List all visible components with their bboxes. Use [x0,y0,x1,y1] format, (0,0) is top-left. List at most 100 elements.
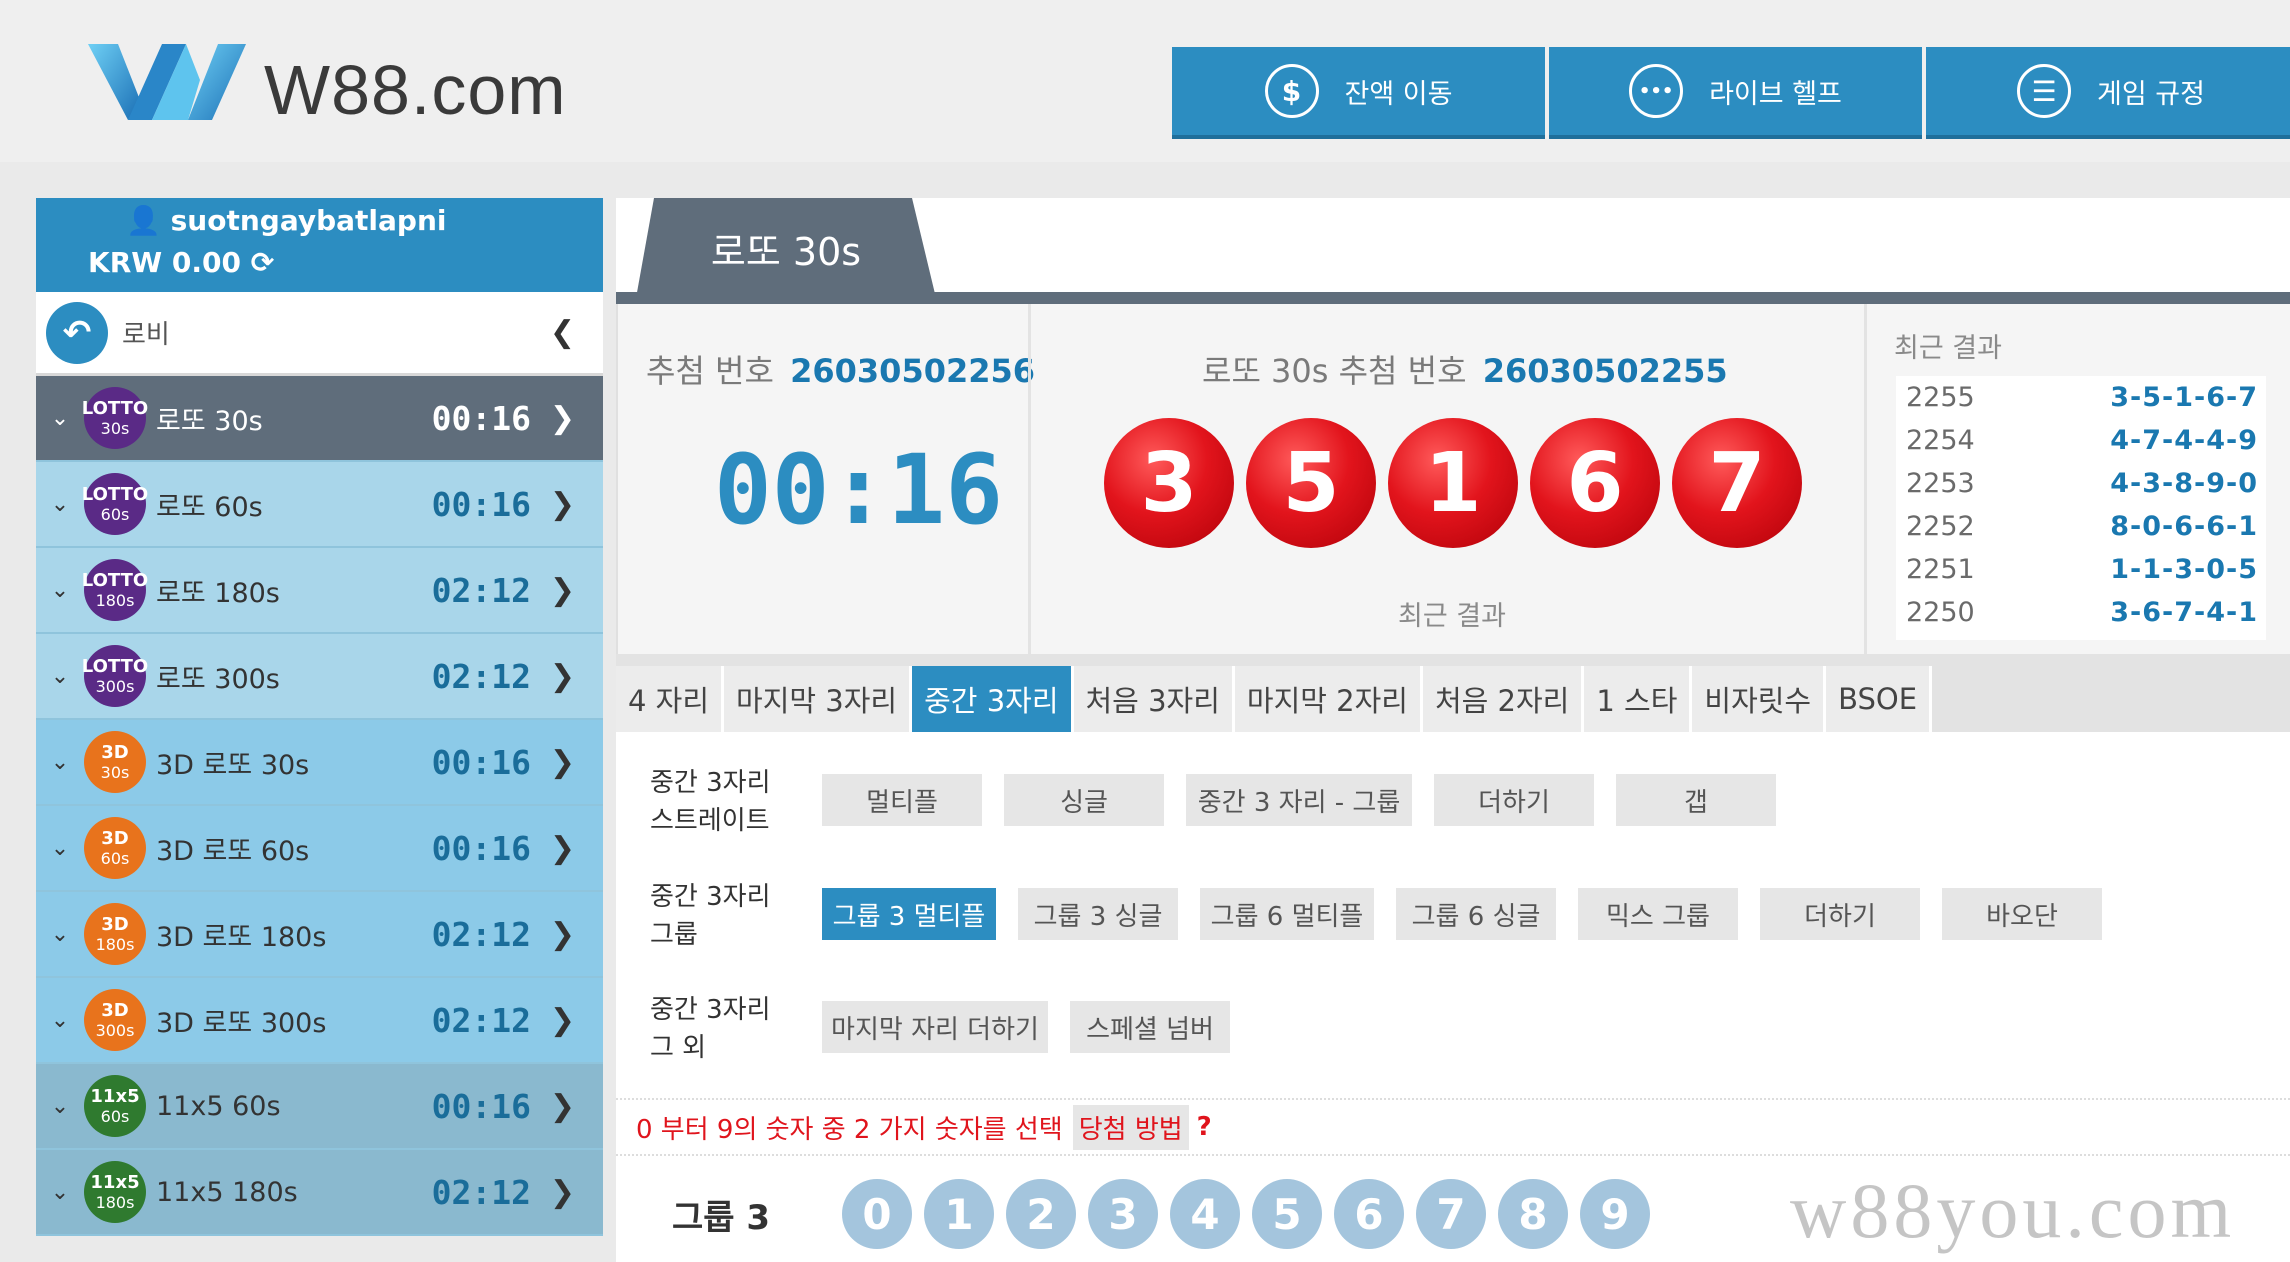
recent-results-caption[interactable]: 최근 결과 [1398,594,1506,633]
bet-option-button[interactable]: 더하기 [1760,888,1920,940]
bet-option-button[interactable]: 멀티플 [822,774,982,826]
recent-result-row: 2253 4-3-8-9-0 [1896,462,2266,505]
chevron-down-icon[interactable]: ⌄ [36,492,84,517]
game-name: 로또 60s [156,491,263,523]
game-item[interactable]: ⌄ LOTTO 300s 로또 300s 02:12 ❯ [36,634,603,720]
badge-sub: 60s [100,848,130,868]
balance-transfer-label: 잔액 이동 [1344,78,1453,110]
badge-sub: 300s [95,1020,135,1040]
bet-option-button[interactable]: 갭 [1616,774,1776,826]
refresh-icon[interactable]: ⟳ [251,246,274,279]
chevron-right-icon[interactable]: ❯ [550,745,575,780]
bet-option-row: 중간 3자리 스트레이트 멀티플 싱글 중간 3 자리 - 그룹 더하기 갭 [616,764,2290,840]
chevron-left-icon[interactable]: ❮ [550,315,575,350]
w88-logo[interactable]: W88.com [88,40,628,130]
game-timer: 02:12 [431,1000,531,1040]
game-timer: 02:12 [431,570,531,610]
chevron-down-icon[interactable]: ⌄ [36,578,84,603]
bet-option-button[interactable]: 마지막 자리 더하기 [822,1001,1048,1053]
bet-option-button[interactable]: 그룹 3 싱글 [1018,888,1178,940]
chevron-down-icon[interactable]: ⌄ [36,836,84,861]
list-icon: ☰ [2017,64,2072,118]
draw-panel: 추첨 번호 26030502256 00:16 로또 30s 추첨 번호 260… [616,304,2290,654]
bet-option-button[interactable]: 싱글 [1004,774,1164,826]
chevron-right-icon[interactable]: ❯ [550,573,575,608]
number-ball[interactable]: 0 [842,1179,912,1249]
game-item[interactable]: ⌄ 3D 180s 3D 로또 180s 02:12 ❯ [36,892,603,978]
main-panel: 로또 30s 추첨 번호 26030502256 00:16 로또 30s 추첨… [616,198,2290,1262]
tab-bet-type[interactable]: 처음 2자리 [1422,666,1585,732]
bet-option-button[interactable]: 그룹 3 멀티플 [822,888,996,940]
bet-option-button[interactable]: 그룹 6 멀티플 [1200,888,1374,940]
number-ball[interactable]: 1 [924,1179,994,1249]
tab-current-game[interactable]: 로또 30s [636,198,936,298]
number-ball[interactable]: 7 [1416,1179,1486,1249]
badge-sub: 30s [100,762,130,782]
chevron-right-icon[interactable]: ❯ [550,487,575,522]
game-item[interactable]: ⌄ 11x5 180s 11x5 180s 02:12 ❯ [36,1150,603,1236]
bet-option-button[interactable]: 믹스 그룹 [1578,888,1738,940]
chevron-down-icon[interactable]: ⌄ [36,922,84,947]
number-ball[interactable]: 4 [1170,1179,1240,1249]
game-item[interactable]: ⌄ 3D 30s 3D 로또 30s 00:16 ❯ [36,720,603,806]
tab-bet-type[interactable]: BSOE [1826,666,1933,732]
number-ball[interactable]: 9 [1580,1179,1650,1249]
chevron-down-icon[interactable]: ⌄ [36,1180,84,1205]
game-rules-label: 게임 규정 [2097,78,2205,110]
recent-result-id: 2255 [1906,382,1975,413]
tab-bet-type[interactable]: 중간 3자리 [912,666,1074,732]
chevron-right-icon[interactable]: ❯ [550,1003,575,1038]
logo-text: W88.com [264,51,567,129]
chat-icon: ••• [1629,64,1684,118]
chevron-down-icon[interactable]: ⌄ [36,750,84,775]
lobby-button[interactable]: ↶ 로비 ❮ [36,292,603,376]
game-rules-button[interactable]: ☰ 게임 규정 [1926,47,2290,139]
live-help-button[interactable]: ••• 라이브 헬프 [1549,47,1922,139]
chevron-right-icon[interactable]: ❯ [550,659,575,694]
tab-bet-type[interactable]: 4 자리 [616,666,725,732]
game-item[interactable]: ⌄ 11x5 60s 11x5 60s 00:16 ❯ [36,1064,603,1150]
tab-bet-type[interactable]: 마지막 3자리 [724,666,913,732]
bet-option-button[interactable]: 바오단 [1942,888,2102,940]
game-item[interactable]: ⌄ LOTTO 180s 로또 180s 02:12 ❯ [36,548,603,634]
game-list: ⌄ LOTTO 30s 로또 30s 00:16 ❯ ⌄ LOTTO 60s 로또 60s 00:1… [36,376,603,1236]
bet-option-button[interactable]: 중간 3 자리 - 그룹 [1186,774,1412,826]
chevron-right-icon[interactable]: ❯ [550,1175,575,1210]
how-to-win-link[interactable]: 당첨 방법 [1072,1104,1189,1150]
help-question-icon[interactable]: ? [1197,1112,1212,1142]
balance-transfer-button[interactable]: $ 잔액 이동 [1172,47,1545,139]
game-item[interactable]: ⌄ 3D 300s 3D 로또 300s 02:12 ❯ [36,978,603,1064]
game-item[interactable]: ⌄ LOTTO 30s 로또 30s 00:16 ❯ [36,376,603,462]
tab-bet-type[interactable]: 처음 3자리 [1073,666,1235,732]
tab-bet-type[interactable]: 1 스타 [1584,666,1693,732]
game-item[interactable]: ⌄ LOTTO 60s 로또 60s 00:16 ❯ [36,462,603,548]
recent-result-value: 4-7-4-4-9 [2110,425,2258,456]
chevron-down-icon[interactable]: ⌄ [36,664,84,689]
number-ball[interactable]: 8 [1498,1179,1568,1249]
chevron-down-icon[interactable]: ⌄ [36,1008,84,1033]
bet-option-button[interactable]: 더하기 [1434,774,1594,826]
option-label-line1: 중간 3자리 [650,882,771,912]
number-ball[interactable]: 6 [1334,1179,1404,1249]
recent-result-id: 2254 [1906,425,1975,456]
chevron-right-icon[interactable]: ❯ [550,831,575,866]
bet-option-button[interactable]: 그룹 6 싱글 [1396,888,1556,940]
tab-bet-type[interactable]: 비자릿수 [1692,666,1827,732]
number-ball[interactable]: 3 [1088,1179,1158,1249]
chevron-down-icon[interactable]: ⌄ [36,406,84,431]
number-ball[interactable]: 2 [1006,1179,1076,1249]
chevron-right-icon[interactable]: ❯ [550,1089,575,1124]
game-name: 로또 300s [156,663,280,695]
chevron-right-icon[interactable]: ❯ [550,401,575,436]
chevron-right-icon[interactable]: ❯ [550,917,575,952]
recent-result-value: 8-0-6-6-1 [2110,511,2258,542]
tab-bet-type[interactable]: 마지막 2자리 [1234,666,1423,732]
last-draw-label: 로또 30s 추첨 번호 26030502255 [1202,346,1728,392]
number-ball[interactable]: 5 [1252,1179,1322,1249]
chevron-down-icon[interactable]: ⌄ [36,1094,84,1119]
bet-option-button[interactable]: 스페셜 넘버 [1070,1001,1230,1053]
option-label-line2: 그룹 [650,920,698,950]
option-label-line1: 중간 3자리 [650,995,771,1025]
current-draw-text: 추첨 번호 [646,352,774,390]
game-item[interactable]: ⌄ 3D 60s 3D 로또 60s 00:16 ❯ [36,806,603,892]
